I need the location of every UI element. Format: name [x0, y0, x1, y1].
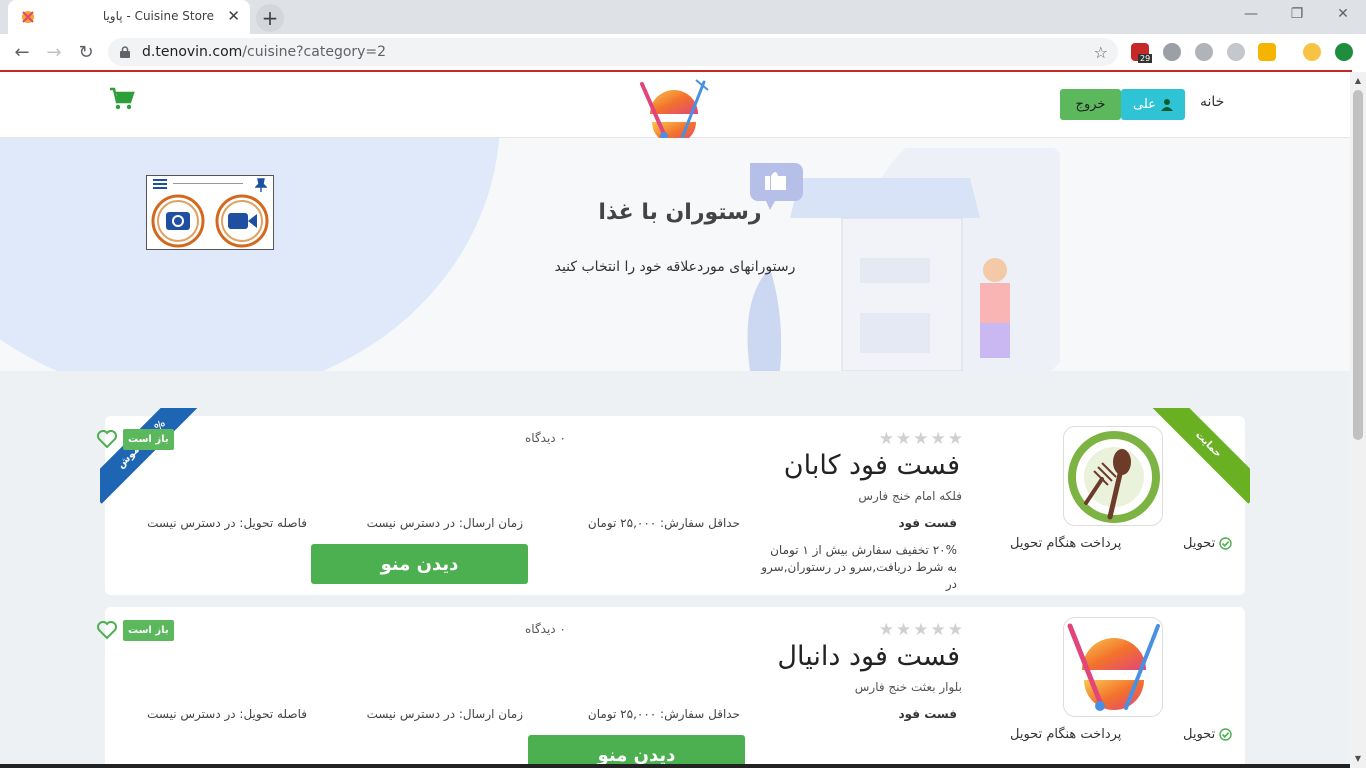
calendar-badge: 29	[1138, 54, 1153, 63]
star-icon[interactable]: ★	[931, 621, 946, 639]
scrollbar-thumb[interactable]	[1353, 90, 1363, 440]
reload-icon[interactable]: ↻	[74, 40, 98, 64]
hero-subtitle: رستورانهای موردعلاقه خود را انتخاب کنید	[554, 259, 796, 275]
discount-description: ۲۰% تخفیف سفارش بیش از ۱ تومان به شرط در…	[761, 543, 957, 591]
user-button[interactable]: علی	[1121, 89, 1185, 120]
window-close-icon[interactable]: ✕	[1329, 6, 1357, 22]
restaurant-name[interactable]: فست فود دانیال	[777, 641, 960, 672]
address-bar[interactable]: d.tenovin.com/cuisine?category=2 ☆	[108, 38, 1118, 66]
discount-ribbon: ۲۰% خاموش	[100, 408, 210, 508]
restaurant-address: فلکه امام خنج فارس	[858, 489, 962, 503]
scroll-up-arrow-icon[interactable]: ▲	[1353, 76, 1363, 86]
page-scrollbar[interactable]: ▲ ▼	[1350, 72, 1366, 768]
star-icon[interactable]: ★	[913, 430, 928, 448]
restaurant-card: تحویل پرداخت هنگام تحویل ★ ★ ★ ★ ★ ۰ دید…	[97, 607, 1245, 768]
review-count[interactable]: ۰ دیدگاه	[525, 622, 566, 636]
view-menu-button[interactable]: دیدن منو	[311, 544, 528, 584]
open-status-badge: باز است	[123, 620, 174, 641]
minimum-order: حداقل سفارش: ۲۵,۰۰۰ تومان	[587, 516, 740, 530]
user-icon	[1160, 99, 1173, 111]
camera-icon[interactable]	[151, 194, 205, 248]
back-arrow-icon[interactable]: ←	[10, 40, 34, 64]
spoon-fork-logo	[1068, 431, 1160, 523]
site-header: خانه علی خروج	[0, 72, 1350, 144]
scroll-down-arrow-icon[interactable]: ▼	[1353, 754, 1363, 764]
shopping-cart-icon[interactable]	[109, 86, 135, 112]
pavia-logo	[1067, 623, 1160, 711]
video-camera-icon[interactable]	[215, 194, 269, 248]
browser-tab[interactable]: Cuisine Store - پاویا ✕	[8, 0, 250, 34]
forward-arrow-icon[interactable]: →	[42, 40, 66, 64]
restaurant-name[interactable]: فست فود کابان	[784, 450, 960, 481]
send-time: زمان ارسال: در دسترس نیست	[366, 707, 523, 721]
url-path: /cuisine?category=2	[242, 44, 387, 60]
delivery-distance: فاصله تحویل: در دسترس نیست	[147, 516, 307, 530]
new-tab-button[interactable]: +	[256, 4, 284, 32]
sponsor-ribbon-label: حمایت	[1149, 408, 1250, 504]
minimum-order: حداقل سفارش: ۲۵,۰۰۰ تومان	[587, 707, 740, 721]
favorite-heart-icon[interactable]	[96, 429, 118, 449]
restaurant-category: فست فود	[898, 707, 958, 721]
browser-toolbar: ← → ↻ d.tenovin.com/cuisine?category=2 ☆…	[0, 34, 1366, 70]
restaurant-logo[interactable]	[1063, 426, 1163, 526]
user-name: علی	[1133, 97, 1156, 112]
delivery-info: تحویل	[1183, 727, 1233, 742]
site-logo[interactable]	[638, 76, 710, 146]
restaurant-category: فست فود	[898, 516, 958, 530]
home-link[interactable]: خانه	[1200, 94, 1224, 110]
payment-method: پرداخت هنگام تحویل	[1010, 536, 1122, 551]
taskbar-edge	[0, 764, 1350, 768]
delivery-label: تحویل	[1183, 536, 1216, 551]
hero-banner: رستوران با غذا رستورانهای موردعلاقه خود …	[0, 138, 1350, 371]
check-icon	[1219, 728, 1233, 741]
star-icon[interactable]: ★	[879, 430, 894, 448]
rating-stars[interactable]: ★ ★ ★ ★ ★	[863, 621, 963, 639]
emoji-extension-icon[interactable]	[1303, 43, 1321, 61]
payment-method: پرداخت هنگام تحویل	[1010, 727, 1122, 742]
star-icon[interactable]: ★	[913, 621, 928, 639]
star-icon[interactable]: ★	[896, 621, 911, 639]
notes-extension-icon[interactable]	[1258, 43, 1276, 61]
logout-button[interactable]: خروج	[1060, 89, 1121, 120]
tab-close-icon[interactable]: ✕	[227, 7, 240, 25]
review-count[interactable]: ۰ دیدگاه	[525, 431, 566, 445]
lock-icon	[120, 46, 130, 58]
pin-icon[interactable]	[255, 178, 267, 192]
restaurant-logo[interactable]	[1063, 617, 1163, 717]
hero-background-shape	[0, 138, 500, 371]
update-extension-icon[interactable]	[1335, 43, 1353, 61]
open-status-badge: باز است	[123, 429, 174, 450]
minimize-icon[interactable]: —	[1237, 6, 1265, 22]
check-icon	[1219, 537, 1233, 550]
restaurant-card: حمایت ۲۰% خاموش تحویل پرداخت هنگام تحویل	[97, 408, 1250, 595]
k-extension-icon[interactable]	[1227, 43, 1245, 61]
url-host: d.tenovin.com	[142, 44, 243, 60]
bookmark-star-icon[interactable]: ☆	[1094, 43, 1108, 62]
discount-ribbon-label: ۲۰% خاموش	[100, 408, 201, 504]
star-icon[interactable]: ★	[879, 621, 894, 639]
link-extension-icon[interactable]	[1195, 43, 1213, 61]
media-widget	[146, 175, 274, 250]
star-icon[interactable]: ★	[931, 430, 946, 448]
hero-title: رستوران با غذا	[598, 200, 762, 225]
delivery-label: تحویل	[1183, 727, 1216, 742]
gear-extension-icon[interactable]	[1163, 43, 1181, 61]
star-icon[interactable]: ★	[948, 430, 963, 448]
rating-stars[interactable]: ★ ★ ★ ★ ★	[863, 430, 963, 448]
widget-divider	[173, 183, 243, 184]
site-favicon-icon	[22, 11, 34, 23]
page-viewport: خانه علی خروج رستوران با غذا رستورانهای …	[0, 72, 1350, 768]
browser-tab-strip: Cuisine Store - پاویا ✕ + — ❐ ✕	[0, 0, 1366, 34]
delivery-distance: فاصله تحویل: در دسترس نیست	[147, 707, 307, 721]
menu-icon[interactable]	[153, 178, 169, 190]
tab-title: Cuisine Store - پاویا	[102, 9, 214, 23]
send-time: زمان ارسال: در دسترس نیست	[366, 516, 523, 530]
star-icon[interactable]: ★	[896, 430, 911, 448]
favorite-heart-icon[interactable]	[96, 620, 118, 640]
maximize-icon[interactable]: ❐	[1283, 6, 1311, 22]
restaurant-address: بلوار بعثت خنج فارس	[854, 680, 962, 694]
delivery-info: تحویل	[1183, 536, 1233, 551]
star-icon[interactable]: ★	[948, 621, 963, 639]
url-text: d.tenovin.com/cuisine?category=2	[142, 44, 386, 60]
